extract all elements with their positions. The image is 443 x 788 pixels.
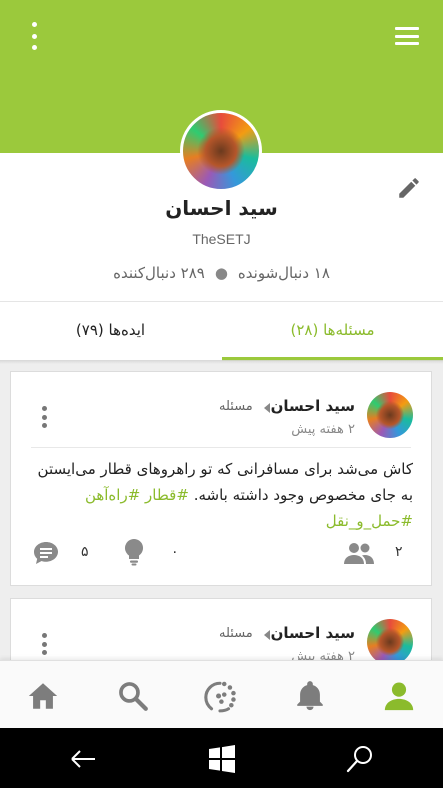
- kebab-menu-icon[interactable]: [24, 22, 44, 50]
- followers-count[interactable]: ۲۸۹ دنبال‌کننده: [113, 264, 205, 282]
- post-author[interactable]: سید احسان: [271, 397, 355, 415]
- post-time: ۲ هفته پیش: [291, 422, 355, 437]
- following-count[interactable]: ۱۸ دنبال‌شونده: [238, 264, 330, 282]
- search-icon[interactable]: [345, 744, 375, 774]
- profile-name: سید احسان: [165, 196, 278, 220]
- search-icon[interactable]: [116, 679, 150, 713]
- ideas-count: ۰: [171, 544, 179, 560]
- hamburger-menu-icon[interactable]: [395, 27, 419, 45]
- comment-icon[interactable]: [33, 541, 59, 565]
- tab-ideas[interactable]: ایده‌ها (۷۹): [0, 302, 221, 360]
- post-author[interactable]: سید احسان: [271, 624, 355, 642]
- post-type: مسئله: [219, 626, 253, 641]
- lightbulb-icon[interactable]: [121, 538, 147, 566]
- profile-avatar: [180, 110, 262, 192]
- followers-count: ۲: [395, 544, 403, 560]
- post-menu-icon[interactable]: [41, 633, 47, 655]
- profile-stats: ۱۸ دنبال‌شونده ● ۲۸۹ دنبال‌کننده: [0, 264, 443, 282]
- windows-icon[interactable]: [207, 744, 237, 774]
- bell-icon[interactable]: [293, 679, 327, 713]
- author-avatar[interactable]: [367, 392, 413, 438]
- author-avatar[interactable]: [367, 619, 413, 665]
- profile-icon[interactable]: [382, 679, 416, 713]
- tab-issues[interactable]: مسئله‌ها (۲۸): [222, 302, 443, 360]
- system-nav-bar: [0, 728, 443, 788]
- separator-dot: ●: [214, 264, 228, 282]
- ideas-icon[interactable]: [203, 679, 237, 713]
- arrow-left-icon: [264, 403, 270, 413]
- home-icon[interactable]: [26, 679, 60, 713]
- arrow-left-icon: [264, 630, 270, 640]
- profile-username: TheSETJ: [192, 231, 251, 247]
- post-menu-icon[interactable]: [41, 406, 47, 428]
- back-icon[interactable]: [68, 744, 98, 774]
- post-card[interactable]: سید احسان مسئله ۲ هفته پیش کاش می‌شد برا…: [10, 371, 432, 586]
- tab-bar: مسئله‌ها (۲۸) ایده‌ها (۷۹): [0, 301, 443, 361]
- followers-icon[interactable]: [343, 542, 375, 564]
- comments-count: ۵: [81, 544, 89, 560]
- bottom-nav: [0, 660, 443, 729]
- tab-shadow: [0, 360, 443, 364]
- post-content[interactable]: کاش می‌شد برای مسافرانی که تو راهروهای ق…: [29, 456, 413, 534]
- divider: [31, 447, 411, 448]
- post-type: مسئله: [219, 399, 253, 414]
